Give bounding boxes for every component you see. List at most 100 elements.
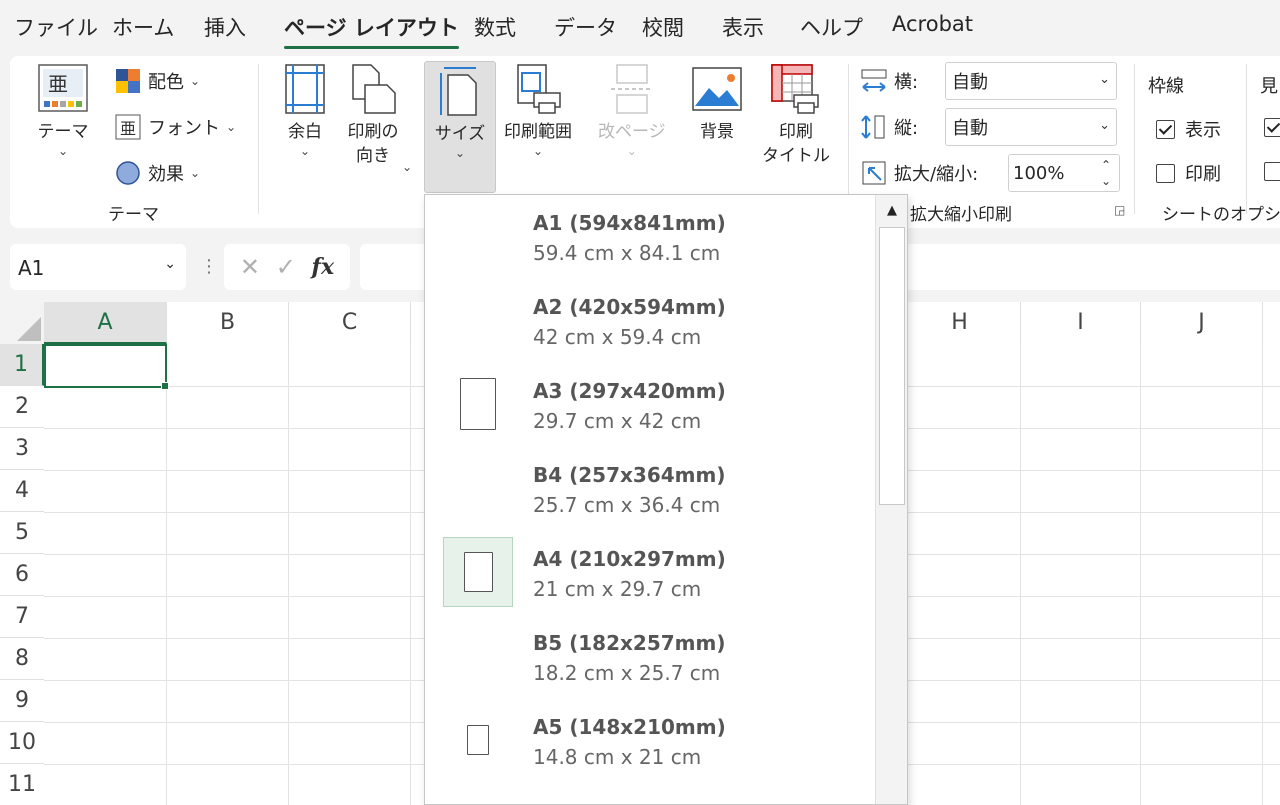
gridlines-view-label: 表示 xyxy=(1185,120,1221,141)
row-header-2[interactable]: 2 xyxy=(0,386,44,428)
active-cell-a1[interactable] xyxy=(44,344,169,390)
effects-icon xyxy=(114,160,142,186)
svg-text:亜: 亜 xyxy=(120,119,136,138)
orientation-button[interactable]: 印刷の 向き xyxy=(346,62,400,168)
breaks-button: 改ページ ⌄ xyxy=(598,62,666,158)
paper-icon xyxy=(443,285,513,355)
dropdown-scrollbar[interactable]: ▲ xyxy=(875,195,907,804)
insert-function-icon[interactable]: fx xyxy=(312,254,335,280)
scale-spinner[interactable]: 100% ⌃ ⌄ xyxy=(1008,154,1120,192)
tab-help[interactable]: ヘルプ xyxy=(800,12,863,42)
confirm-icon[interactable]: ✓ xyxy=(276,253,296,281)
row-header-6[interactable]: 6 xyxy=(0,554,44,596)
select-all-button[interactable] xyxy=(0,302,44,344)
tab-data[interactable]: データ xyxy=(554,12,617,42)
cancel-icon[interactable]: ✕ xyxy=(240,253,260,281)
effects-label: 効果 xyxy=(148,164,184,185)
orientation-icon xyxy=(346,62,400,116)
tab-formulas[interactable]: 数式 xyxy=(474,12,516,42)
name-box[interactable]: A1 ⌄ xyxy=(10,244,186,290)
background-label: 背景 xyxy=(700,122,734,142)
tab-home[interactable]: ホーム xyxy=(112,12,174,42)
headings-heading: 見 xyxy=(1260,76,1278,97)
tab-insert[interactable]: 挿入 xyxy=(204,12,246,42)
page-break-icon xyxy=(605,62,659,116)
size-option-name: A3 (297x420mm) xyxy=(533,379,726,403)
row-header-4[interactable]: 4 xyxy=(0,470,44,512)
scale-row: 拡大/縮小: xyxy=(860,160,978,186)
scale-value: 100% xyxy=(1013,162,1065,184)
colors-button[interactable]: 配色 ⌄ xyxy=(114,68,200,94)
gridlines-view-checkbox[interactable]: 表示 xyxy=(1156,116,1221,142)
tab-review[interactable]: 校閲 xyxy=(642,12,684,42)
scroll-up-arrow-icon[interactable]: ▲ xyxy=(876,197,907,225)
size-button[interactable]: サイズ ⌄ xyxy=(424,61,496,193)
tab-page-layout[interactable]: ページ レイアウト xyxy=(284,12,459,49)
margins-label: 余白 xyxy=(288,122,322,142)
themes-button[interactable]: 亜 テーマ ⌄ xyxy=(36,62,90,158)
column-header-c[interactable]: C xyxy=(289,302,411,344)
headings-view-checkbox[interactable] xyxy=(1264,118,1280,137)
row-header-7[interactable]: 7 xyxy=(0,596,44,638)
width-arrows-icon xyxy=(860,68,888,94)
row-header-5[interactable]: 5 xyxy=(0,512,44,554)
size-option-a2[interactable]: A2 (420x594mm) 42 cm x 59.4 cm xyxy=(425,279,875,363)
print-area-icon xyxy=(511,62,565,116)
column-header-i[interactable]: I xyxy=(1021,302,1141,344)
spin-arrows-icon[interactable]: ⌃ ⌄ xyxy=(1101,157,1111,189)
row-header-8[interactable]: 8 xyxy=(0,638,44,680)
headings-print-checkbox[interactable] xyxy=(1264,162,1280,181)
background-button[interactable]: 背景 xyxy=(690,62,744,144)
size-option-a1[interactable]: A1 (594x841mm) 59.4 cm x 84.1 cm xyxy=(425,195,875,279)
size-option-a3[interactable]: A3 (297x420mm) 29.7 cm x 42 cm xyxy=(425,363,875,447)
gridlines-print-checkbox[interactable]: 印刷 xyxy=(1156,160,1221,186)
group-divider xyxy=(258,64,259,214)
group-divider xyxy=(848,64,849,214)
margins-button[interactable]: 余白 ⌄ xyxy=(278,62,332,158)
column-header-k[interactable] xyxy=(1263,302,1280,344)
effects-button[interactable]: 効果 ⌄ xyxy=(114,160,200,186)
column-header-b[interactable]: B xyxy=(167,302,289,344)
column-header-a[interactable]: A xyxy=(44,302,167,344)
size-option-dims: 18.2 cm x 25.7 cm xyxy=(533,661,721,685)
checkbox-checked-icon xyxy=(1156,119,1175,139)
row-header-9[interactable]: 9 xyxy=(0,680,44,722)
column-header-h[interactable]: H xyxy=(899,302,1021,344)
size-option-b5[interactable]: B5 (182x257mm) 18.2 cm x 25.7 cm xyxy=(425,615,875,699)
size-option-name: A2 (420x594mm) xyxy=(533,295,726,319)
row-header-10[interactable]: 10 xyxy=(0,722,44,764)
height-row: 縦: xyxy=(860,114,918,140)
paper-icon xyxy=(443,621,513,691)
tab-file[interactable]: ファイル xyxy=(14,12,98,42)
size-option-b4[interactable]: B4 (257x364mm) 25.7 cm x 36.4 cm xyxy=(425,447,875,531)
print-area-button[interactable]: 印刷範囲 ⌄ xyxy=(504,62,572,158)
dialog-launcher-icon[interactable]: ◲ xyxy=(1114,203,1125,217)
scrollbar-thumb[interactable] xyxy=(879,227,905,505)
chevron-down-icon: ⌄ xyxy=(532,144,544,158)
size-option-name: B5 (182x257mm) xyxy=(533,631,726,655)
breaks-label: 改ページ xyxy=(598,122,666,142)
size-option-a4[interactable]: A4 (210x297mm) 21 cm x 29.7 cm xyxy=(425,531,875,615)
chevron-down-icon: ⌄ xyxy=(1099,72,1110,87)
paper-icon xyxy=(443,453,513,523)
width-select[interactable]: 自動 ⌄ xyxy=(945,62,1117,100)
size-option-dims: 21 cm x 29.7 cm xyxy=(533,577,702,601)
tab-view[interactable]: 表示 xyxy=(722,12,764,42)
print-titles-icon xyxy=(769,62,823,116)
print-titles-button[interactable]: 印刷 タイトル xyxy=(762,62,830,168)
row-header-3[interactable]: 3 xyxy=(0,428,44,470)
chevron-down-icon[interactable]: ⌄ xyxy=(164,256,176,272)
tab-acrobat[interactable]: Acrobat xyxy=(892,12,973,36)
chevron-down-icon: ⌄ xyxy=(1099,118,1110,133)
print-titles-label: 印刷 タイトル xyxy=(762,122,830,166)
size-option-dims: 14.8 cm x 21 cm xyxy=(533,745,702,769)
row-header-11[interactable]: 11 xyxy=(0,764,44,805)
column-header-j[interactable]: J xyxy=(1141,302,1263,344)
more-options-icon[interactable]: ⋮ xyxy=(200,256,218,277)
size-option-a5[interactable]: A5 (148x210mm) 14.8 cm x 21 cm xyxy=(425,699,875,783)
height-label: 縦: xyxy=(894,118,919,139)
height-select[interactable]: 自動 ⌄ xyxy=(945,108,1117,146)
color-palette-icon xyxy=(114,68,142,94)
fonts-button[interactable]: 亜 フォント ⌄ xyxy=(114,114,236,140)
row-header-1[interactable]: 1 xyxy=(0,344,44,386)
